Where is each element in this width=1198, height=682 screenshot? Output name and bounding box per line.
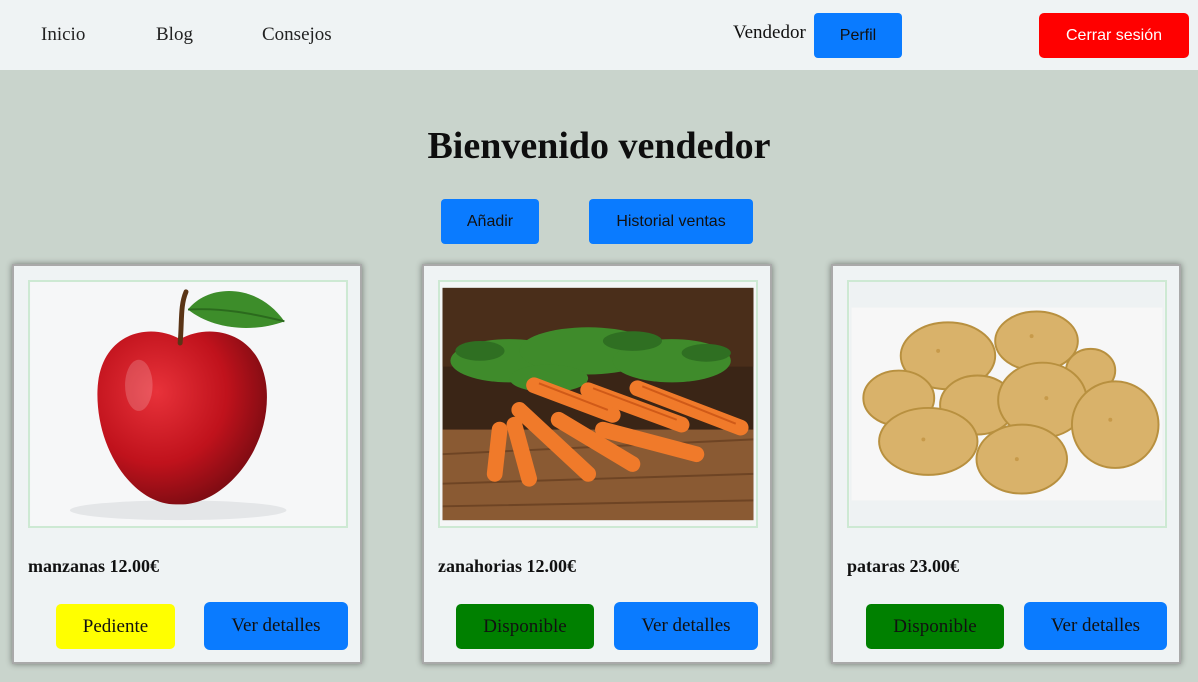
view-details-button[interactable]: Ver detalles xyxy=(204,602,348,650)
nav-link-blog[interactable]: Blog xyxy=(156,24,193,46)
top-navbar: Inicio Blog Consejos Vendedor Perfil Cer… xyxy=(0,0,1198,70)
potatoes-photo xyxy=(849,282,1165,526)
add-product-button[interactable]: Añadir xyxy=(441,199,539,244)
sales-history-button[interactable]: Historial ventas xyxy=(589,199,753,244)
status-badge: Disponible xyxy=(456,604,594,649)
nav-link-consejos[interactable]: Consejos xyxy=(262,24,332,46)
product-name-price: zanahorias 12.00€ xyxy=(438,556,577,576)
carrots-photo xyxy=(440,282,756,526)
logout-button[interactable]: Cerrar sesión xyxy=(1039,13,1189,58)
apple-photo xyxy=(30,282,346,526)
status-badge: Disponible xyxy=(866,604,1004,649)
nav-link-inicio[interactable]: Inicio xyxy=(41,24,85,46)
view-details-button[interactable]: Ver detalles xyxy=(614,602,758,650)
product-card-pataras: pataras 23.00€ Disponible Ver detalles xyxy=(831,264,1181,664)
product-image-potatoes xyxy=(847,280,1167,528)
product-image-apple xyxy=(28,280,348,528)
product-card-manzanas: manzanas 12.00€ Pediente Ver detalles xyxy=(12,264,362,664)
status-badge: Pediente xyxy=(56,604,175,649)
product-name-price: manzanas 12.00€ xyxy=(28,556,160,576)
product-name-price: pataras 23.00€ xyxy=(847,556,959,576)
product-image-carrots xyxy=(438,280,758,528)
user-role-label: Vendedor xyxy=(733,22,806,43)
page-title: Bienvenido vendedor xyxy=(427,125,771,167)
profile-button[interactable]: Perfil xyxy=(814,13,902,58)
product-card-zanahorias: zanahorias 12.00€ Disponible Ver detalle… xyxy=(422,264,772,664)
view-details-button[interactable]: Ver detalles xyxy=(1024,602,1167,650)
